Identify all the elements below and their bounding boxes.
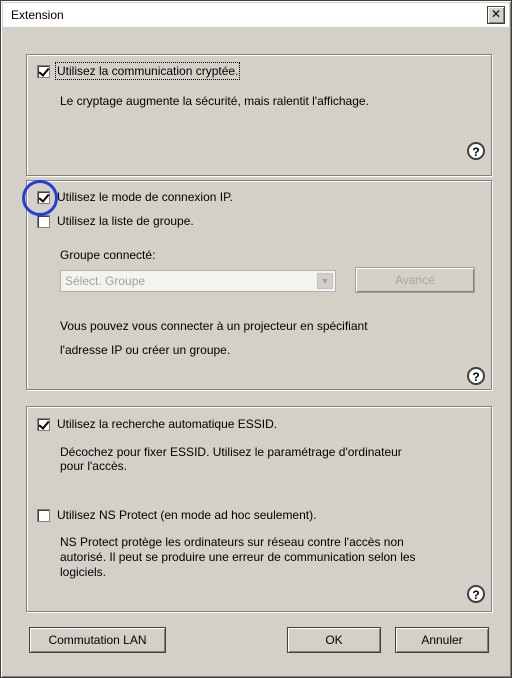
group-list-label[interactable]: Utilisez la liste de groupe.	[57, 214, 194, 228]
ip-mode-label[interactable]: Utilisez le mode de connexion IP.	[57, 190, 233, 204]
encrypt-checkbox[interactable]	[37, 65, 50, 78]
ip-description-line2: l'adresse IP ou créer un groupe.	[60, 343, 231, 357]
close-icon[interactable]: ✕	[487, 6, 505, 24]
group-select-value: Sélect. Groupe	[65, 274, 146, 288]
essid-desc-line2: pour l'accès.	[60, 459, 127, 473]
lan-switch-button[interactable]: Commutation LAN	[29, 627, 166, 653]
ns-protect-checkbox[interactable]	[37, 509, 50, 522]
ns-desc-line3: logiciels.	[60, 565, 107, 579]
ns-protect-label[interactable]: Utilisez NS Protect (en mode ad hoc seul…	[57, 508, 316, 522]
essid-auto-label[interactable]: Utilisez la recherche automatique ESSID.	[57, 417, 277, 431]
window-title: Extension	[11, 8, 64, 22]
group-select[interactable]: Sélect. Groupe ▼	[60, 270, 336, 292]
help-icon-ip[interactable]: ?	[467, 367, 485, 385]
advanced-button[interactable]: Avancé	[355, 267, 475, 293]
help-icon-essid[interactable]: ?	[467, 585, 485, 603]
title-bar: Extension ✕	[3, 3, 509, 27]
help-icon-encryption[interactable]: ?	[467, 142, 485, 160]
cancel-button[interactable]: Annuler	[395, 627, 489, 653]
group-list-checkbox[interactable]	[37, 215, 50, 228]
encrypt-label[interactable]: Utilisez la communication cryptée.	[54, 62, 241, 80]
chevron-down-icon[interactable]: ▼	[317, 273, 333, 289]
ok-button[interactable]: OK	[287, 627, 381, 653]
ip-description-line1: Vous pouvez vous connecter à un projecte…	[60, 319, 368, 333]
essid-auto-checkbox[interactable]	[37, 418, 50, 431]
connected-group-label: Groupe connecté:	[60, 248, 156, 262]
encrypt-description: Le cryptage augmente la sécurité, mais r…	[60, 94, 369, 108]
highlight-circle	[22, 180, 58, 216]
ns-desc-line2: autorisé. Il peut se produire une erreur…	[60, 550, 416, 564]
